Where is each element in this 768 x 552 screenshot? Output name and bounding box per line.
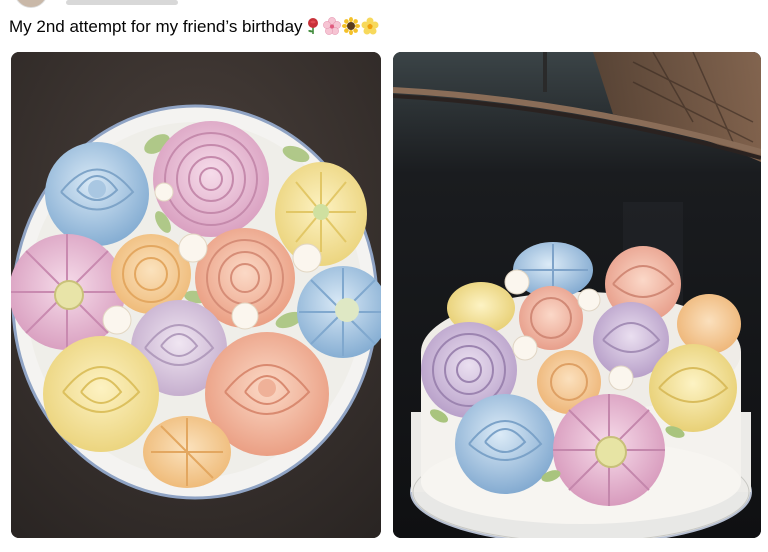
author-name-redacted[interactable]: [66, 0, 178, 5]
author-avatar[interactable]: [14, 0, 48, 8]
yellow-rose-side: [649, 344, 737, 432]
pink-chrysanthemum: [153, 121, 269, 237]
sunflower-icon: [341, 17, 360, 35]
cake-side-view-image: [393, 52, 761, 538]
cake-top-view-image: [11, 52, 381, 538]
blue-rose-side: [455, 394, 555, 494]
rose-icon: [307, 18, 318, 34]
caption-text: My 2nd attempt for my friend’s birthday: [9, 17, 303, 36]
blossom-icon: [361, 17, 379, 35]
pink-daisy-side: [553, 394, 665, 506]
blue-rose: [45, 142, 149, 246]
post-header: [0, 0, 768, 12]
cake-top-view-photo[interactable]: [11, 52, 381, 538]
yellow-lily: [275, 162, 367, 266]
cherry-blossom-icon: [322, 17, 341, 35]
orange-lily: [143, 416, 231, 488]
post-caption: My 2nd attempt for my friend’s birthday: [9, 16, 379, 38]
cake-side-view-photo[interactable]: [393, 52, 761, 538]
pink-daisy: [11, 234, 125, 350]
yellow-rose: [43, 336, 159, 452]
